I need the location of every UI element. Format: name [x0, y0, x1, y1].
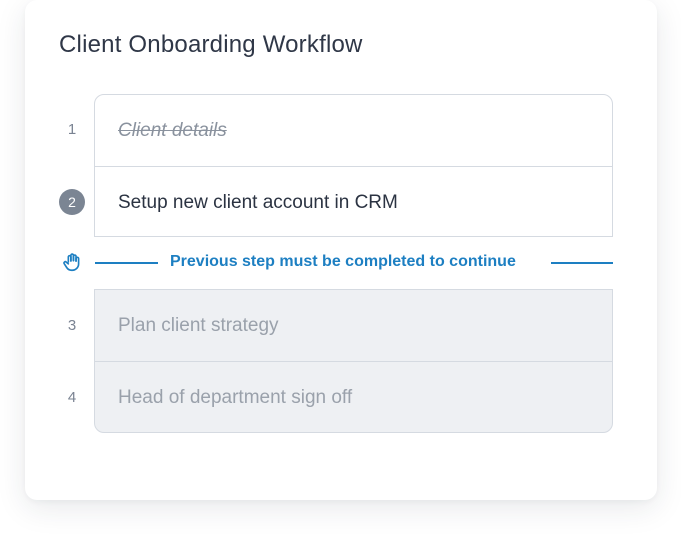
active-steps-group: Client details Setup new client account … — [94, 94, 613, 237]
step-gate-notice: Previous step must be completed to conti… — [25, 250, 657, 276]
locked-steps-group: Plan client strategy Head of department … — [94, 289, 613, 433]
workflow-card: Client Onboarding Workflow 1 2 3 4 Clien… — [25, 0, 657, 500]
gate-line-left — [95, 262, 158, 264]
gate-message: Previous step must be completed to conti… — [170, 253, 516, 270]
step-divider — [95, 166, 612, 167]
step-number-badge-2: 2 — [59, 189, 85, 215]
step-divider — [95, 361, 612, 362]
step-number-1: 1 — [67, 121, 77, 138]
step-number-4: 4 — [67, 389, 77, 406]
gate-line-right — [551, 262, 613, 264]
step-number-3: 3 — [67, 317, 77, 334]
step-label-plan-strategy: Plan client strategy — [118, 315, 279, 336]
step-label-client-details[interactable]: Client details — [118, 120, 227, 142]
hand-stop-icon — [63, 253, 80, 272]
step-label-setup-crm[interactable]: Setup new client account in CRM — [118, 192, 398, 214]
step-label-sign-off: Head of department sign off — [118, 387, 353, 408]
page-title: Client Onboarding Workflow — [59, 31, 363, 58]
